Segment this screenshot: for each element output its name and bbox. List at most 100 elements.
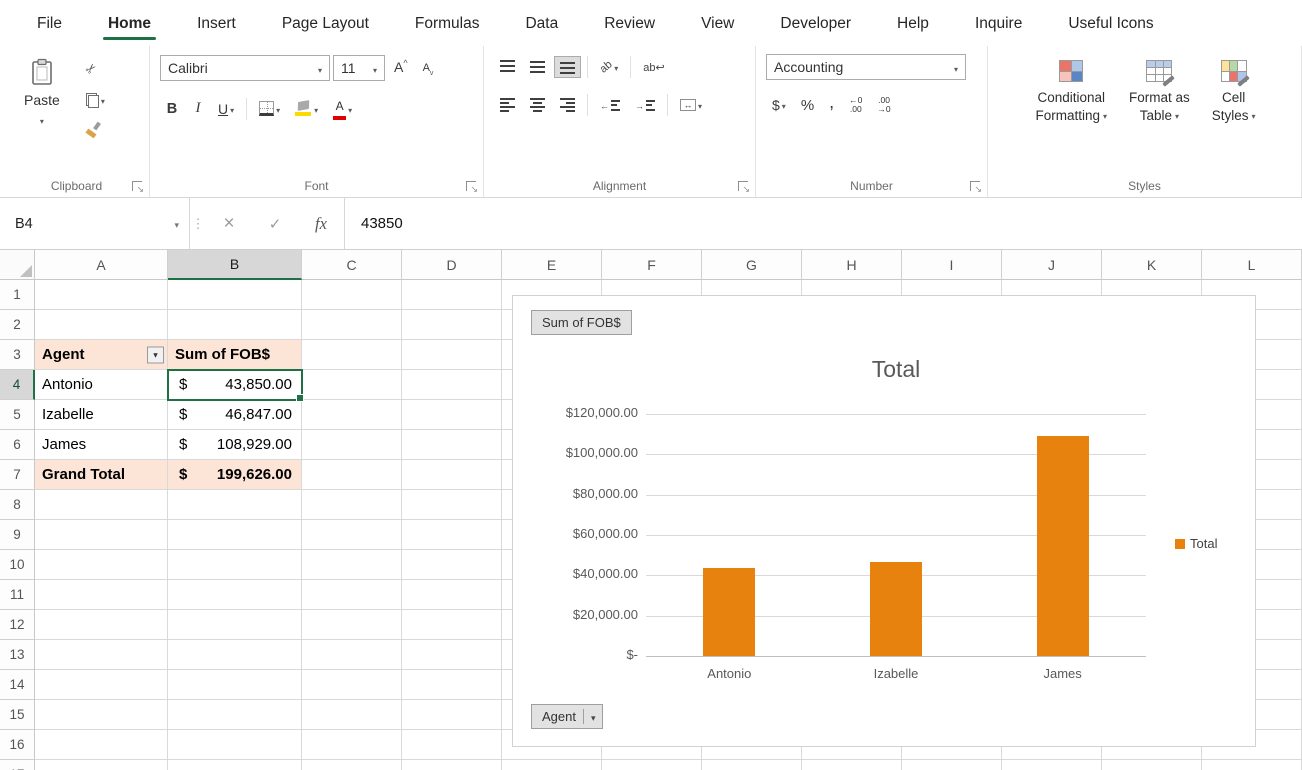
chart-title[interactable]: Total: [646, 356, 1146, 383]
cell-D16[interactable]: [402, 730, 502, 760]
pivot-filter-button[interactable]: [147, 346, 164, 363]
cell-A15[interactable]: [35, 700, 168, 730]
percent-style-button[interactable]: %: [795, 93, 820, 118]
tab-file[interactable]: File: [14, 4, 85, 46]
decrease-font-size-button[interactable]: [417, 54, 440, 81]
cell-I17[interactable]: [902, 760, 1002, 770]
cell-C10[interactable]: [302, 550, 402, 580]
borders-button[interactable]: [253, 96, 286, 122]
cell-D10[interactable]: [402, 550, 502, 580]
bar-antonio[interactable]: [703, 568, 755, 656]
cell-H17[interactable]: [802, 760, 902, 770]
column-header-G[interactable]: G: [702, 250, 802, 280]
tab-inquire[interactable]: Inquire: [952, 4, 1045, 46]
align-center-button[interactable]: [524, 94, 551, 116]
comma-style-button[interactable]: ,: [823, 93, 840, 111]
cell-C11[interactable]: [302, 580, 402, 610]
cell-A8[interactable]: [35, 490, 168, 520]
column-header-E[interactable]: E: [502, 250, 602, 280]
cell-D17[interactable]: [402, 760, 502, 770]
tab-insert[interactable]: Insert: [174, 4, 259, 46]
row-header-17[interactable]: 17: [0, 760, 35, 770]
cancel-button[interactable]: [206, 198, 252, 249]
cell-D5[interactable]: [402, 400, 502, 430]
cell-C7[interactable]: [302, 460, 402, 490]
fill-color-button[interactable]: [289, 96, 324, 122]
pivot-chart[interactable]: Sum of FOB$ Total Total Agent $-$20,000.…: [512, 295, 1256, 747]
cell-D11[interactable]: [402, 580, 502, 610]
select-all-corner[interactable]: [0, 250, 35, 280]
cell-L17[interactable]: [1202, 760, 1302, 770]
cell-B1[interactable]: [168, 280, 302, 310]
axis-field-button[interactable]: Agent: [531, 704, 603, 729]
cell-A5[interactable]: Izabelle: [35, 400, 168, 430]
cell-D2[interactable]: [402, 310, 502, 340]
cell-D3[interactable]: [402, 340, 502, 370]
orientation-button[interactable]: [594, 54, 624, 80]
cell-C12[interactable]: [302, 610, 402, 640]
dialog-launcher-icon[interactable]: [970, 181, 980, 191]
underline-button[interactable]: U: [212, 96, 240, 122]
paste-button[interactable]: Paste: [14, 54, 70, 141]
cell-D9[interactable]: [402, 520, 502, 550]
format-painter-button[interactable]: [80, 118, 111, 141]
cell-C9[interactable]: [302, 520, 402, 550]
cell-B14[interactable]: [168, 670, 302, 700]
increase-indent-button[interactable]: [629, 92, 661, 118]
insert-function-button[interactable]: fx: [298, 198, 344, 249]
cell-A2[interactable]: [35, 310, 168, 340]
cell-A4[interactable]: Antonio: [35, 370, 168, 400]
cell-J17[interactable]: [1002, 760, 1102, 770]
cell-B16[interactable]: [168, 730, 302, 760]
cut-button[interactable]: [80, 56, 111, 82]
cell-B8[interactable]: [168, 490, 302, 520]
cell-C14[interactable]: [302, 670, 402, 700]
increase-decimal-button[interactable]: ←0.00: [843, 92, 868, 118]
cell-C16[interactable]: [302, 730, 402, 760]
row-header-1[interactable]: 1: [0, 280, 35, 310]
dialog-launcher-icon[interactable]: [466, 181, 476, 191]
cell-B3[interactable]: Sum of FOB$: [168, 340, 302, 370]
column-header-D[interactable]: D: [402, 250, 502, 280]
tab-useful-icons[interactable]: Useful Icons: [1045, 4, 1176, 46]
column-header-I[interactable]: I: [902, 250, 1002, 280]
cell-D14[interactable]: [402, 670, 502, 700]
cell-A14[interactable]: [35, 670, 168, 700]
cell-D12[interactable]: [402, 610, 502, 640]
italic-button[interactable]: I: [187, 96, 209, 121]
middle-align-button[interactable]: [524, 56, 551, 78]
cell-C3[interactable]: [302, 340, 402, 370]
cell-A12[interactable]: [35, 610, 168, 640]
cell-A6[interactable]: James: [35, 430, 168, 460]
row-header-5[interactable]: 5: [0, 400, 35, 430]
dialog-launcher-icon[interactable]: [738, 181, 748, 191]
column-header-H[interactable]: H: [802, 250, 902, 280]
row-header-16[interactable]: 16: [0, 730, 35, 760]
cell-B12[interactable]: [168, 610, 302, 640]
column-header-K[interactable]: K: [1102, 250, 1202, 280]
cell-A1[interactable]: [35, 280, 168, 310]
cell-D1[interactable]: [402, 280, 502, 310]
column-header-C[interactable]: C: [302, 250, 402, 280]
bar-james[interactable]: [1037, 436, 1089, 656]
font-color-button[interactable]: [327, 93, 358, 124]
chevron-down-icon[interactable]: [174, 216, 179, 232]
cell-D8[interactable]: [402, 490, 502, 520]
formula-input[interactable]: 43850: [344, 198, 1302, 249]
cell-C17[interactable]: [302, 760, 402, 770]
row-header-10[interactable]: 10: [0, 550, 35, 580]
cell-C1[interactable]: [302, 280, 402, 310]
row-header-8[interactable]: 8: [0, 490, 35, 520]
cell-B7[interactable]: $199,626.00: [168, 460, 302, 490]
tab-home[interactable]: Home: [85, 4, 174, 46]
cell-A3[interactable]: Agent: [35, 340, 168, 370]
tab-review[interactable]: Review: [581, 4, 678, 46]
column-header-J[interactable]: J: [1002, 250, 1102, 280]
row-header-7[interactable]: 7: [0, 460, 35, 490]
number-format-select[interactable]: Accounting: [766, 54, 966, 80]
column-header-A[interactable]: A: [35, 250, 168, 280]
cell-C5[interactable]: [302, 400, 402, 430]
font-name-select[interactable]: Calibri: [160, 55, 330, 81]
formula-bar-handle[interactable]: [190, 198, 206, 249]
column-header-F[interactable]: F: [602, 250, 702, 280]
